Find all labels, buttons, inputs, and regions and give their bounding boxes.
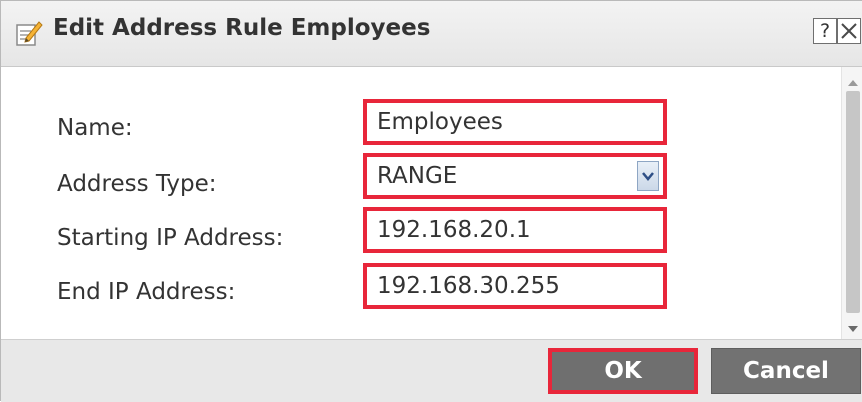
scroll-up-icon[interactable] [847, 73, 859, 86]
dialog-footer: OK Cancel [1, 339, 862, 402]
dialog-titlebar[interactable]: Edit Address Rule Employees ? [1, 1, 862, 67]
starting-ip-value: 192.168.20.1 [377, 217, 531, 243]
name-input-value: Employees [377, 109, 503, 135]
starting-ip-input[interactable]: 192.168.20.1 [363, 207, 667, 253]
ok-button[interactable]: OK [548, 348, 698, 394]
edit-icon [15, 19, 43, 47]
end-ip-value: 192.168.30.255 [377, 273, 560, 299]
address-type-value: RANGE [377, 163, 458, 189]
vertical-scrollbar[interactable] [841, 67, 862, 339]
end-ip-input[interactable]: 192.168.30.255 [363, 263, 667, 309]
scrollbar-thumb[interactable] [846, 91, 860, 313]
end-ip-label: End IP Address: [57, 279, 236, 305]
name-label: Name: [57, 115, 133, 141]
starting-ip-label: Starting IP Address: [57, 225, 284, 251]
address-type-label: Address Type: [57, 171, 217, 197]
address-type-select[interactable]: RANGE [363, 153, 667, 199]
close-icon [838, 23, 860, 47]
form-content: Name: Employees Address Type: RANGE Star… [1, 67, 841, 339]
scroll-down-icon[interactable] [847, 319, 859, 332]
dialog-title: Edit Address Rule Employees [53, 15, 431, 41]
chevron-down-icon[interactable] [637, 161, 659, 191]
cancel-button[interactable]: Cancel [711, 348, 861, 394]
name-input[interactable]: Employees [363, 99, 667, 145]
edit-address-rule-dialog: Edit Address Rule Employees ? Name: Empl… [0, 0, 862, 402]
help-button[interactable]: ? [813, 18, 837, 44]
close-button[interactable] [837, 18, 861, 44]
